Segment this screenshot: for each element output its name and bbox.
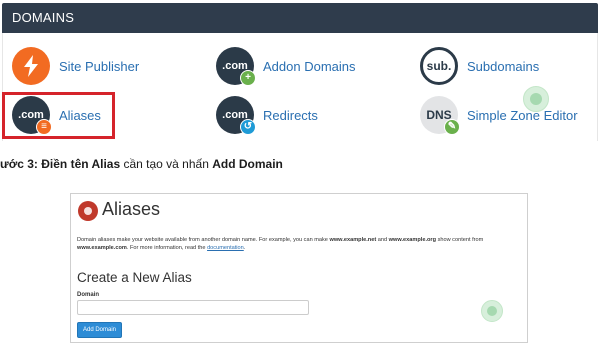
sub-icon: sub. xyxy=(420,47,458,85)
site-publisher-item[interactable]: Site Publisher xyxy=(12,46,139,86)
subdomains-label[interactable]: Subdomains xyxy=(467,59,539,74)
pencil-badge-icon: ✎ xyxy=(444,119,460,135)
dot-com-add-icon: .com + xyxy=(216,47,256,86)
redirects-label[interactable]: Redirects xyxy=(263,108,318,123)
aliases-description: Domain aliases make your website availab… xyxy=(77,237,484,251)
redirect-badge-icon: ↺ xyxy=(240,119,256,135)
watermark-logo-icon xyxy=(523,86,549,112)
step-instruction: ước 3: Điền tên Alias cần tạo và nhấn Ad… xyxy=(0,157,283,171)
create-alias-heading: Create a New Alias xyxy=(77,270,192,285)
documentation-link[interactable]: documentation xyxy=(207,245,244,251)
aliases-page-screenshot: Aliases Domain aliases make your website… xyxy=(70,193,528,343)
domains-title: DOMAINS xyxy=(12,10,75,25)
lightning-bolt-icon xyxy=(12,47,50,85)
dot-com-redirect-icon: .com ↺ xyxy=(216,96,256,135)
domain-input[interactable] xyxy=(77,300,309,315)
domains-section-header: DOMAINS xyxy=(2,3,598,33)
redirects-item[interactable]: .com ↺ Redirects xyxy=(216,95,318,135)
addon-domains-item[interactable]: .com + Addon Domains xyxy=(216,46,356,86)
subdomains-item[interactable]: sub. Subdomains xyxy=(420,46,539,86)
add-domain-button[interactable]: Add Domain xyxy=(77,322,122,338)
aliases-page-title: Aliases xyxy=(102,199,161,219)
aliases-highlight-box xyxy=(2,92,115,139)
dns-edit-icon: DNS ✎ xyxy=(420,96,460,135)
aliases-page-icon xyxy=(78,201,98,221)
site-publisher-label[interactable]: Site Publisher xyxy=(59,59,139,74)
simple-zone-editor-item[interactable]: DNS ✎ Simple Zone Editor xyxy=(420,95,578,135)
watermark-logo-icon-2 xyxy=(481,300,503,322)
addon-domains-label[interactable]: Addon Domains xyxy=(263,59,356,74)
domain-field-label: Domain xyxy=(77,292,100,298)
simple-zone-editor-label[interactable]: Simple Zone Editor xyxy=(467,108,578,123)
plus-badge-icon: + xyxy=(240,70,256,86)
